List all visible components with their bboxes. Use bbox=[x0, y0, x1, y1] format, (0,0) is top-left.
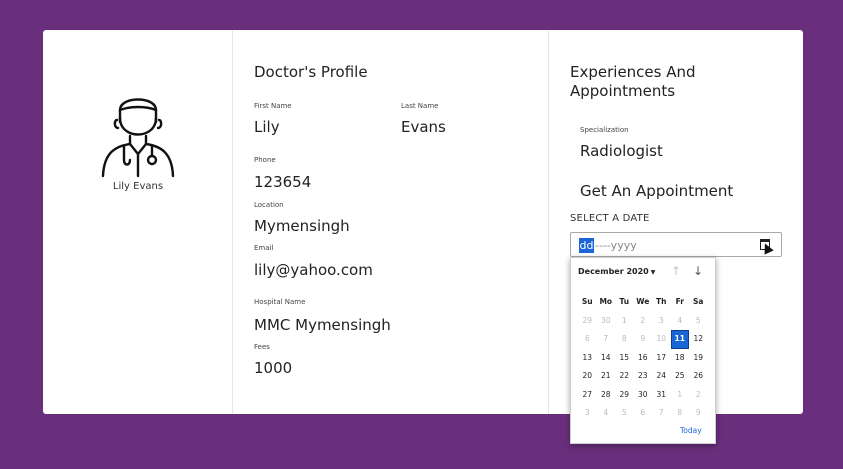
calendar-day[interactable]: 7 bbox=[652, 404, 671, 423]
calendar-week-row: 3456789 bbox=[578, 404, 708, 423]
weekday-label: Mo bbox=[599, 297, 613, 306]
weekday-label: We bbox=[636, 297, 650, 306]
date-input[interactable]: dd ----yyyy bbox=[570, 232, 782, 257]
weekday-header-row: Su Mo Tu We Th Fr Sa bbox=[578, 293, 708, 312]
next-month-arrow-icon[interactable]: ↓ bbox=[693, 264, 703, 278]
calendar-week-row: 13 14 15 16 17 18 19 bbox=[578, 349, 708, 368]
email-label: Email bbox=[254, 244, 274, 252]
today-button[interactable]: Today bbox=[680, 426, 702, 435]
phone-value: 123654 bbox=[254, 173, 312, 191]
calendar-day[interactable]: 8 bbox=[671, 404, 690, 423]
calendar-week-row: 29 30 1 2 3 4 5 bbox=[578, 312, 708, 331]
date-rest-segment[interactable]: ----yyyy bbox=[595, 238, 637, 253]
calendar-day[interactable]: 20 bbox=[578, 367, 597, 386]
calendar-day[interactable]: 24 bbox=[652, 367, 671, 386]
calendar-day[interactable]: 28 bbox=[597, 386, 616, 405]
calendar-day[interactable]: 19 bbox=[689, 349, 708, 368]
profile-column: Lily Evans bbox=[43, 30, 233, 414]
calendar-day[interactable]: 1 bbox=[615, 312, 634, 331]
calendar-week-row: 20 21 22 23 24 25 26 bbox=[578, 367, 708, 386]
calendar-day[interactable]: 30 bbox=[597, 312, 616, 331]
experiences-title: Experiences And Appointments bbox=[570, 63, 696, 100]
calendar-day[interactable]: 12 bbox=[689, 330, 708, 349]
appointment-title: Get An Appointment bbox=[580, 182, 734, 200]
select-date-label: SELECT A DATE bbox=[570, 213, 650, 224]
calendar-day[interactable]: 13 bbox=[578, 349, 597, 368]
calendar-day[interactable]: 2 bbox=[689, 386, 708, 405]
calendar-day[interactable]: 18 bbox=[671, 349, 690, 368]
weekday-label: Sa bbox=[693, 297, 704, 306]
calendar-day[interactable]: 4 bbox=[597, 404, 616, 423]
specialization-value: Radiologist bbox=[580, 142, 663, 160]
calendar-day[interactable]: 25 bbox=[671, 367, 690, 386]
calendar-day[interactable]: 15 bbox=[615, 349, 634, 368]
weekday-label: Tu bbox=[619, 297, 630, 306]
month-selector[interactable]: December 2020 ▼ bbox=[578, 267, 655, 276]
calendar-day[interactable]: 23 bbox=[634, 367, 653, 386]
calendar-week-row: 6 7 8 9 10 11 12 bbox=[578, 330, 708, 349]
phone-label: Phone bbox=[254, 156, 276, 164]
calendar-day[interactable]: 16 bbox=[634, 349, 653, 368]
calendar-day[interactable]: 4 bbox=[671, 312, 690, 331]
calendar-day[interactable]: 6 bbox=[578, 330, 597, 349]
calendar-day[interactable]: 22 bbox=[615, 367, 634, 386]
month-label: December 2020 bbox=[578, 267, 649, 276]
mouse-cursor-icon bbox=[760, 241, 774, 255]
avatar-name: Lily Evans bbox=[112, 181, 164, 192]
calendar-day[interactable]: 31 bbox=[652, 386, 671, 405]
calendar-day[interactable]: 10 bbox=[652, 330, 671, 349]
doctor-profile-column: Doctor's Profile First Name Lily Last Na… bbox=[233, 30, 549, 414]
calendar-day[interactable]: 9 bbox=[689, 404, 708, 423]
calendar-day[interactable]: 7 bbox=[597, 330, 616, 349]
date-day-segment[interactable]: dd bbox=[579, 238, 594, 253]
calendar-day[interactable]: 1 bbox=[671, 386, 690, 405]
fees-value: 1000 bbox=[254, 359, 293, 377]
calendar-day[interactable]: 3 bbox=[652, 312, 671, 331]
hospital-value: MMC Mymensingh bbox=[254, 316, 391, 334]
first-name-label: First Name bbox=[254, 102, 292, 110]
calendar-week-row: 27 28 29 30 31 1 2 bbox=[578, 386, 708, 405]
weekday-label: Fr bbox=[675, 297, 684, 306]
calendar-day[interactable]: 14 bbox=[597, 349, 616, 368]
location-value: Mymensingh bbox=[254, 217, 350, 235]
calendar-day[interactable]: 8 bbox=[615, 330, 634, 349]
calendar-day[interactable]: 3 bbox=[578, 404, 597, 423]
caret-down-icon: ▼ bbox=[650, 269, 656, 276]
location-label: Location bbox=[254, 201, 284, 209]
calendar-day[interactable]: 17 bbox=[652, 349, 671, 368]
calendar-day[interactable]: 9 bbox=[634, 330, 653, 349]
calendar-day[interactable]: 5 bbox=[615, 404, 634, 423]
calendar-day[interactable]: 29 bbox=[578, 312, 597, 331]
date-picker-popup: December 2020 ▼ ↑ ↓ Su Mo Tu We Th Fr Sa 29 30 1 2 3… bbox=[570, 257, 716, 444]
calendar-day[interactable]: 21 bbox=[597, 367, 616, 386]
calendar-day[interactable]: 26 bbox=[689, 367, 708, 386]
hospital-label: Hospital Name bbox=[254, 298, 306, 306]
email-value: lily@yahoo.com bbox=[254, 261, 373, 279]
previous-month-arrow-icon[interactable]: ↑ bbox=[671, 264, 681, 278]
weekday-label: Su bbox=[581, 297, 593, 306]
calendar-grid: Su Mo Tu We Th Fr Sa 29 30 1 2 3 4 5 6 7 8 9 10 11 12 13 14 15 1… bbox=[578, 293, 708, 423]
calendar-day[interactable]: 27 bbox=[578, 386, 597, 405]
selected-day[interactable]: 11 bbox=[670, 330, 689, 349]
doctor-profile-title: Doctor's Profile bbox=[254, 63, 368, 81]
specialization-label: Specialization bbox=[580, 126, 629, 134]
last-name-value: Evans bbox=[401, 118, 446, 136]
doctor-avatar-icon bbox=[101, 98, 175, 178]
first-name-value: Lily bbox=[254, 118, 280, 136]
calendar-day[interactable]: 6 bbox=[634, 404, 653, 423]
calendar-day[interactable]: 29 bbox=[615, 386, 634, 405]
calendar-day[interactable]: 30 bbox=[634, 386, 653, 405]
last-name-label: Last Name bbox=[401, 102, 439, 110]
fees-label: Fees bbox=[254, 343, 270, 351]
weekday-label: Th bbox=[656, 297, 667, 306]
calendar-day[interactable]: 5 bbox=[689, 312, 708, 331]
calendar-day[interactable]: 2 bbox=[634, 312, 653, 331]
